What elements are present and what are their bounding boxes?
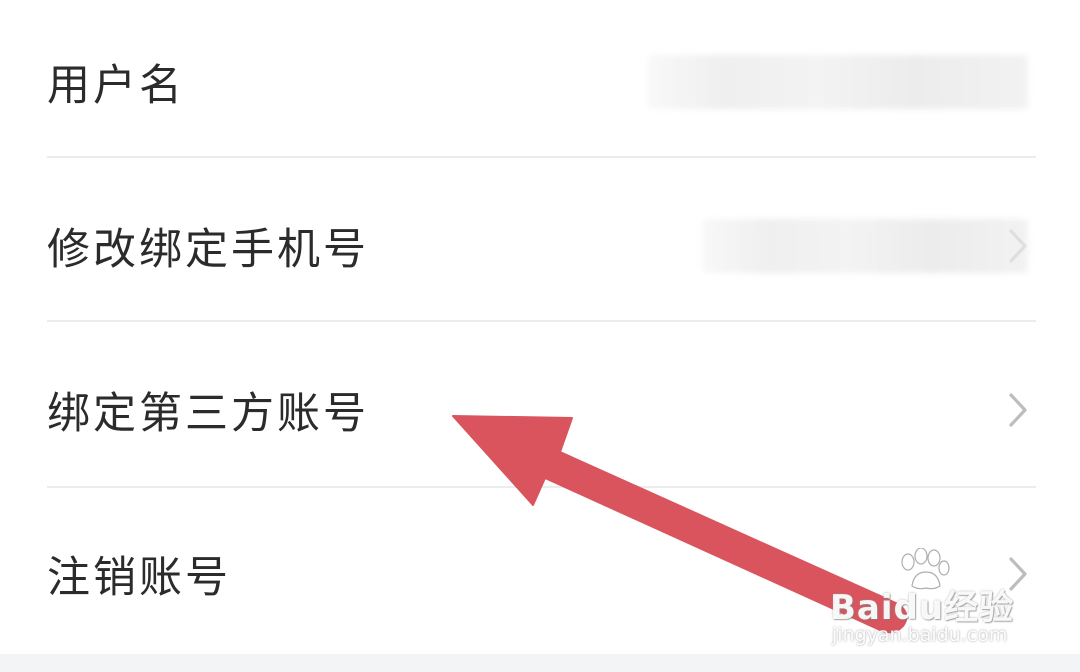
change-phone-label: 修改绑定手机号: [47, 225, 369, 275]
phone-value-blurred: [702, 219, 1028, 273]
row-divider: [47, 156, 1036, 158]
chevron-right-icon: [1009, 229, 1027, 263]
delete-account-label: 注销账号: [47, 553, 231, 603]
settings-row-username[interactable]: 用户名: [0, 0, 1080, 164]
row-divider: [47, 320, 1036, 322]
settings-row-bind-third-party[interactable]: 绑定第三方账号: [0, 328, 1080, 492]
account-settings-screen: 用户名 修改绑定手机号 绑定第三方账号 注销账号 Baidu经验 jingyan…: [0, 0, 1080, 672]
username-value-blurred: [648, 55, 1028, 109]
baidu-watermark: Baidu经验 jingyan.baidu.com: [830, 548, 1050, 658]
row-divider: [47, 486, 1036, 488]
username-label: 用户名: [47, 61, 185, 111]
watermark-site: jingyan.baidu.com: [832, 624, 1008, 646]
bind-third-party-label: 绑定第三方账号: [47, 389, 369, 439]
chevron-right-icon: [1009, 393, 1027, 427]
settings-row-change-phone[interactable]: 修改绑定手机号: [0, 164, 1080, 328]
watermark-brand: Baidu经验: [830, 588, 1015, 628]
